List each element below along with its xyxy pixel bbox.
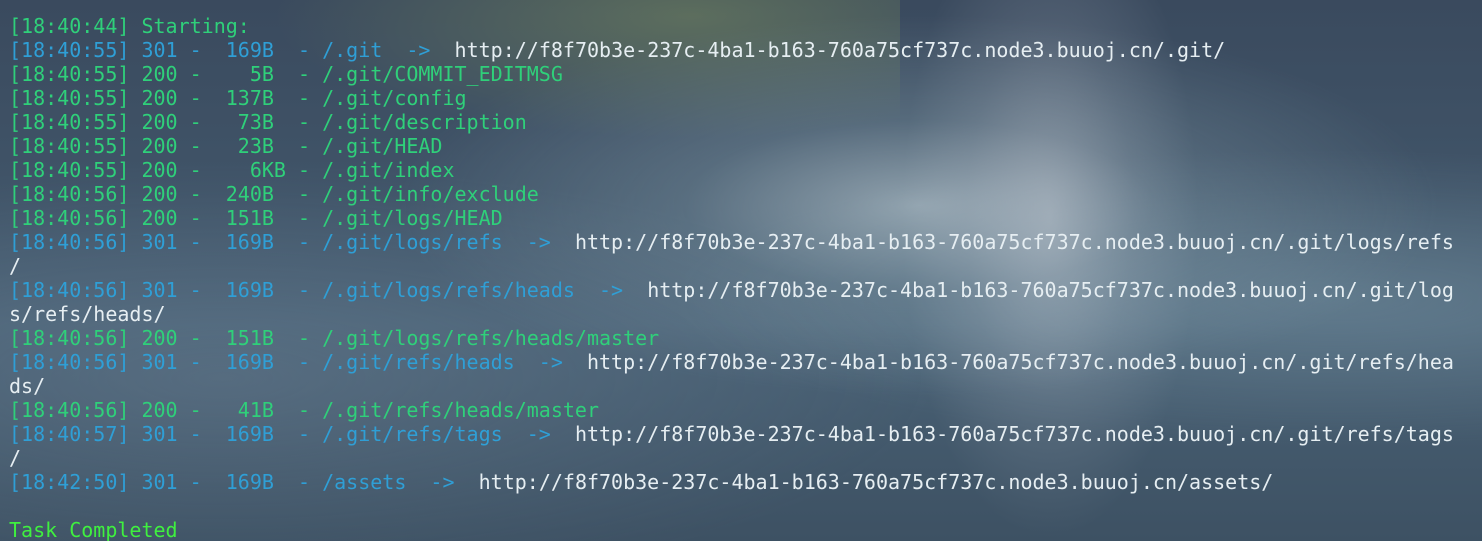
terminal-line: [18:40:56] 200 - 41B - /.git/refs/heads/… [9, 398, 600, 422]
redirect-url: http://f8f70b3e-237c-4ba1-b163-760a75cf7… [586, 350, 1454, 374]
terminal-line: [18:40:55] 200 - 23B - /.git/HEAD [9, 134, 443, 158]
line-prefix: [18:40:57] 301 - 169B - /.git/refs/tags … [9, 422, 575, 446]
terminal-line: [18:40:55] 200 - 137B - /.git/config [9, 86, 467, 110]
terminal-wrap-line: / [9, 254, 22, 278]
terminal-line: [18:40:55] 200 - 5B - /.git/COMMIT_EDITM… [9, 62, 563, 86]
terminal-line: [18:40:57] 301 - 169B - /.git/refs/tags … [9, 422, 1454, 446]
redirect-url: http://f8f70b3e-237c-4ba1-b163-760a75cf7… [647, 278, 1454, 302]
terminal-line: [18:40:56] 200 - 240B - /.git/info/exclu… [9, 182, 539, 206]
terminal-line: [18:40:55] 200 - 6KB - /.git/index [9, 158, 455, 182]
redirect-url: http://f8f70b3e-237c-4ba1-b163-760a75cf7… [574, 230, 1454, 254]
line-prefix: [18:40:55] 301 - 169B - /.git -> [9, 38, 455, 62]
line-prefix: [18:42:50] 301 - 169B - /assets -> [9, 470, 479, 494]
terminal-line: [18:40:56] 301 - 169B - /.git/refs/heads… [9, 350, 1454, 374]
terminal-wrap-line: ds/ [9, 374, 46, 398]
task-completed-line: Task Completed [9, 518, 178, 541]
terminal-line: [18:40:56] 301 - 169B - /.git/logs/refs … [9, 230, 1454, 254]
redirect-url: http://f8f70b3e-237c-4ba1-b163-760a75cf7… [478, 470, 1274, 494]
terminal-output: [18:40:44] Starting: [18:40:55] 301 - 169… [9, 14, 1454, 541]
terminal-line: [18:40:56] 200 - 151B - /.git/logs/HEAD [9, 206, 503, 230]
terminal-wrap-line: s/refs/heads/ [9, 302, 166, 326]
terminal-line: [18:40:56] 301 - 169B - /.git/logs/refs/… [9, 278, 1454, 302]
terminal-line: [18:40:56] 200 - 151B - /.git/logs/refs/… [9, 326, 660, 350]
redirect-url: http://f8f70b3e-237c-4ba1-b163-760a75cf7… [454, 38, 1226, 62]
line-prefix: [18:40:56] 301 - 169B - /.git/logs/refs/… [9, 278, 648, 302]
redirect-url: http://f8f70b3e-237c-4ba1-b163-760a75cf7… [574, 422, 1454, 446]
terminal-wrap-line: / [9, 446, 22, 470]
terminal-line: [18:40:55] 200 - 73B - /.git/description [9, 110, 527, 134]
line-prefix: [18:40:56] 301 - 169B - /.git/logs/refs … [9, 230, 575, 254]
terminal-line: [18:42:50] 301 - 169B - /assets -> http:… [9, 470, 1454, 494]
terminal-line: [18:40:55] 301 - 169B - /.git -> http://… [9, 38, 1454, 62]
terminal-start-line: [18:40:44] Starting: [9, 14, 250, 38]
line-prefix: [18:40:56] 301 - 169B - /.git/refs/heads… [9, 350, 587, 374]
